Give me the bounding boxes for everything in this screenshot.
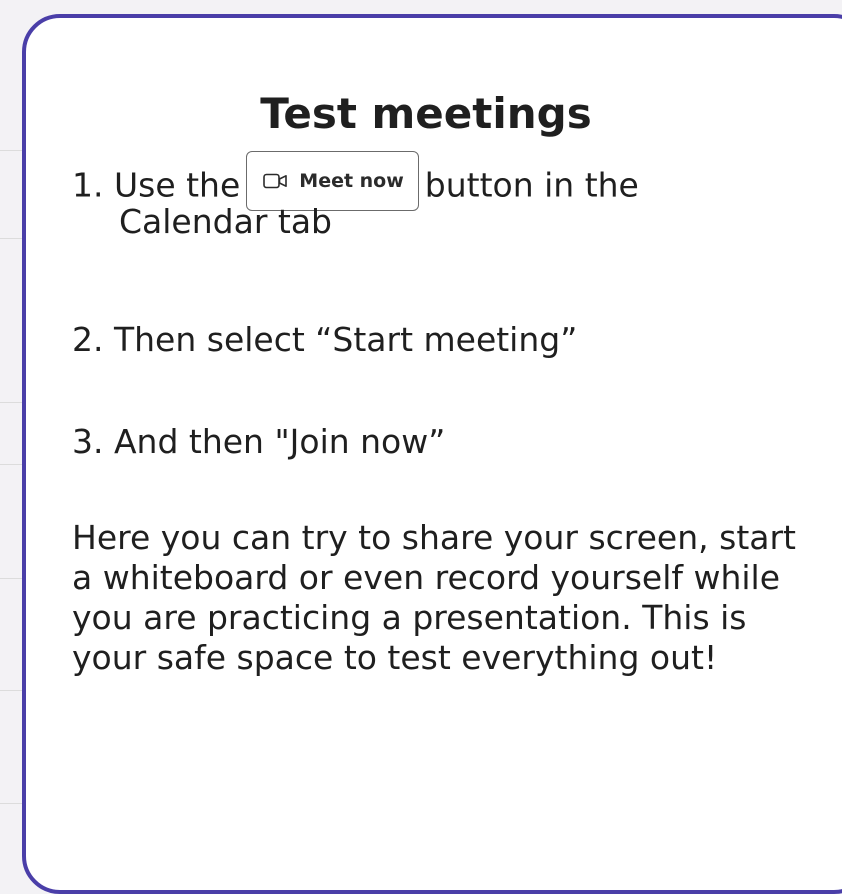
step-1-suffix: button in the xyxy=(424,165,639,205)
step-2: 2. Then select “Start meeting” xyxy=(72,320,578,359)
card-title: Test meetings xyxy=(260,89,592,138)
test-meetings-card: Test meetings 1. Use the Meet now button … xyxy=(22,14,842,894)
step-3: 3. And then "Join now” xyxy=(72,422,446,461)
step-1-prefix: 1. Use the xyxy=(72,165,241,205)
description-paragraph: Here you can try to share your screen, s… xyxy=(72,518,796,677)
step-1-continuation: Calendar tab xyxy=(119,202,332,241)
meet-now-label: Meet now xyxy=(299,170,404,192)
video-camera-icon xyxy=(263,173,288,189)
